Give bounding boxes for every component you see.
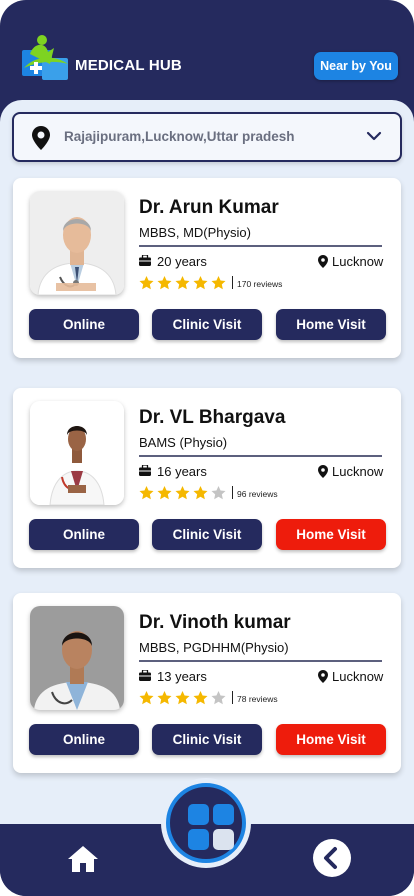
divider <box>139 660 382 662</box>
star-filled-icon <box>211 276 226 290</box>
star-filled-icon <box>175 691 190 705</box>
experience-text: 13 years <box>157 669 207 684</box>
divider <box>232 276 233 289</box>
doctor-photo <box>30 401 124 505</box>
location-selector[interactable]: Rajajipuram,Lucknow,Uttar pradesh <box>12 112 402 162</box>
map-pin-icon <box>32 126 50 150</box>
doctor-photo <box>30 191 124 295</box>
doctor-name: Dr. VL Bhargava <box>139 407 286 428</box>
star-filled-icon <box>193 486 208 500</box>
doctor-card[interactable]: Dr. Vinoth kumar MBBS, PGDHHM(Physio) 13… <box>13 593 401 773</box>
star-filled-icon <box>157 691 172 705</box>
near-by-you-button[interactable]: Near by You <box>314 52 398 80</box>
briefcase-icon <box>139 255 151 266</box>
back-button[interactable] <box>313 839 351 877</box>
divider <box>232 691 233 704</box>
app-screen: MEDICAL HUB Near by You Rajajipuram,Luck… <box>0 0 414 896</box>
header: MEDICAL HUB Near by You <box>0 0 414 110</box>
briefcase-icon <box>139 670 151 681</box>
divider <box>139 245 382 247</box>
star-rating <box>138 275 228 291</box>
city-text: Lucknow <box>332 669 384 684</box>
divider <box>232 486 233 499</box>
grid-icon <box>188 804 234 850</box>
online-button[interactable]: Online <box>29 724 139 755</box>
doctor-photo <box>30 606 124 710</box>
city-text: Lucknow <box>332 254 384 269</box>
star-filled-icon <box>193 276 208 290</box>
home-icon[interactable] <box>67 845 99 873</box>
doctor-qualification: MBBS, PGDHHM(Physio) <box>139 640 289 655</box>
menu-button[interactable] <box>161 778 251 868</box>
location-marker-icon <box>318 255 328 268</box>
star-filled-icon <box>157 486 172 500</box>
star-filled-icon <box>157 276 172 290</box>
doctor-qualification: MBBS, MD(Physio) <box>139 225 251 240</box>
clinic-visit-button[interactable]: Clinic Visit <box>152 724 262 755</box>
home-visit-button[interactable]: Home Visit <box>276 309 386 340</box>
location-marker-icon <box>318 670 328 683</box>
star-filled-icon <box>139 691 154 705</box>
review-count: 96 reviews <box>237 489 278 499</box>
star-filled-icon <box>139 486 154 500</box>
doctor-qualification: BAMS (Physio) <box>139 435 228 450</box>
doctor-card[interactable]: Dr. VL Bhargava BAMS (Physio) 16 years L… <box>13 388 401 568</box>
star-empty-icon <box>211 691 226 705</box>
star-filled-icon <box>139 276 154 290</box>
review-count: 78 reviews <box>237 694 278 704</box>
city-text: Lucknow <box>332 464 384 479</box>
doctor-card[interactable]: Dr. Arun Kumar MBBS, MD(Physio) 20 years… <box>13 178 401 358</box>
doctor-name: Dr. Vinoth kumar <box>139 612 291 633</box>
clinic-visit-button[interactable]: Clinic Visit <box>152 309 262 340</box>
briefcase-icon <box>139 465 151 476</box>
online-button[interactable]: Online <box>29 519 139 550</box>
review-count: 170 reviews <box>237 279 283 289</box>
star-filled-icon <box>193 691 208 705</box>
chevron-down-icon[interactable] <box>366 130 382 142</box>
experience-text: 16 years <box>157 464 207 479</box>
location-text: Rajajipuram,Lucknow,Uttar pradesh <box>64 129 295 144</box>
experience-text: 20 years <box>157 254 207 269</box>
home-visit-button[interactable]: Home Visit <box>276 519 386 550</box>
location-marker-icon <box>318 465 328 478</box>
medical-hub-logo <box>22 35 68 80</box>
home-visit-button[interactable]: Home Visit <box>276 724 386 755</box>
doctor-name: Dr. Arun Kumar <box>139 197 279 218</box>
main-content: Rajajipuram,Lucknow,Uttar pradesh Dr. Ar… <box>0 100 414 830</box>
divider <box>139 455 382 457</box>
star-rating <box>138 485 228 501</box>
menu-button-inner <box>166 783 246 863</box>
app-title: MEDICAL HUB <box>75 57 182 74</box>
star-filled-icon <box>175 276 190 290</box>
star-rating <box>138 690 228 706</box>
star-empty-icon <box>211 486 226 500</box>
back-arrow-icon <box>324 847 337 869</box>
clinic-visit-button[interactable]: Clinic Visit <box>152 519 262 550</box>
star-filled-icon <box>175 486 190 500</box>
online-button[interactable]: Online <box>29 309 139 340</box>
